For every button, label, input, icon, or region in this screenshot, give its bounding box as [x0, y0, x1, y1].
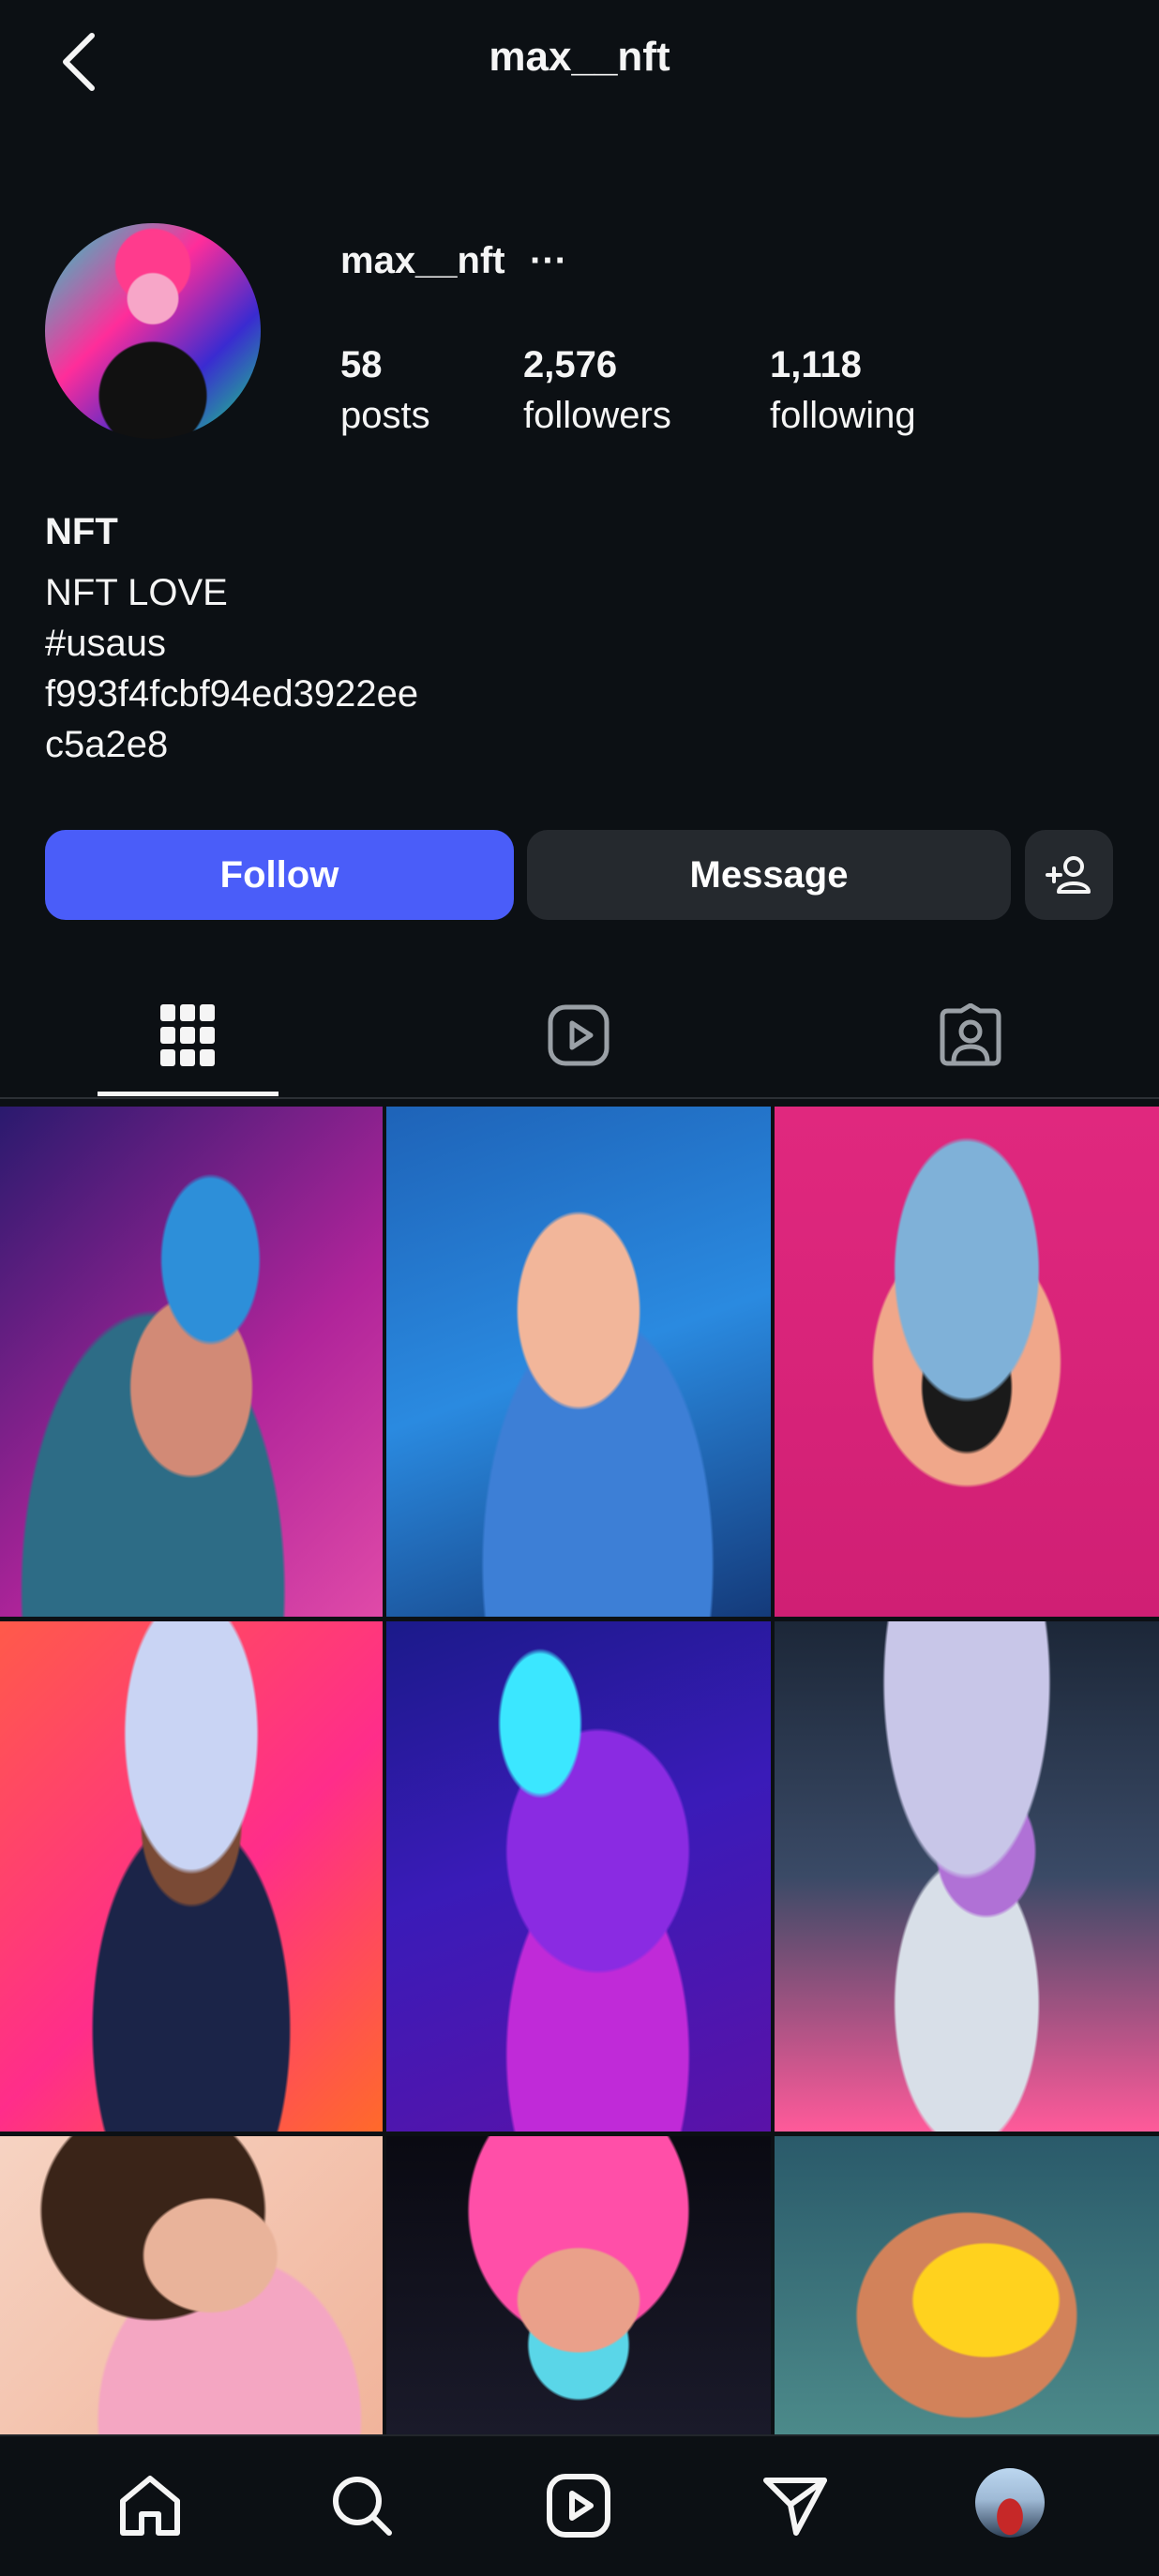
followers-label: followers: [523, 395, 671, 436]
nav-search[interactable]: [315, 2459, 409, 2553]
nav-reels[interactable]: [532, 2459, 625, 2553]
followers-count: 2,576: [523, 344, 618, 385]
profile-username: max__nft: [340, 240, 505, 281]
reels-icon: [548, 1004, 610, 1066]
post-thumbnail[interactable]: [0, 2136, 383, 2434]
reels-icon: [547, 2474, 610, 2538]
nav-messages[interactable]: [748, 2459, 842, 2553]
add-person-icon: [1046, 856, 1091, 894]
posts-label: posts: [340, 395, 430, 436]
post-thumbnail[interactable]: [775, 2136, 1159, 2434]
tab-grid[interactable]: [141, 992, 234, 1078]
profile-avatar[interactable]: [45, 223, 261, 439]
post-thumbnail[interactable]: [386, 1621, 771, 2132]
posts-stat[interactable]: 58 posts: [340, 339, 430, 441]
tab-reels[interactable]: [532, 992, 625, 1078]
post-thumbnail[interactable]: [386, 2136, 771, 2434]
post-thumbnail[interactable]: [0, 1107, 383, 1617]
bio-line: f993f4fcbf94ed3922ee: [45, 673, 419, 715]
nav-home[interactable]: [103, 2459, 197, 2553]
tagged-icon: [940, 1003, 1001, 1066]
post-thumbnail[interactable]: [775, 1107, 1159, 1617]
selected-tab-indicator: [98, 1092, 278, 1096]
following-stat[interactable]: 1,118 following: [770, 339, 916, 441]
tab-tagged[interactable]: [924, 992, 1017, 1078]
page-title: max__nft: [489, 34, 670, 80]
suggested-accounts-button[interactable]: [1025, 830, 1113, 920]
following-label: following: [770, 395, 916, 436]
more-options-button[interactable]: ···: [530, 240, 567, 282]
nav-profile-avatar[interactable]: [975, 2468, 1045, 2538]
bio-line: c5a2e8: [45, 724, 169, 765]
bio-line: NFT LOVE: [45, 572, 228, 613]
home-icon: [120, 2476, 180, 2536]
posts-count: 58: [340, 344, 383, 385]
post-thumbnail[interactable]: [775, 1621, 1159, 2132]
follow-button[interactable]: Follow: [45, 830, 514, 920]
post-thumbnail[interactable]: [386, 1107, 771, 1617]
bio-name: NFT: [45, 511, 118, 552]
following-count: 1,118: [770, 344, 862, 385]
message-button[interactable]: Message: [527, 830, 1011, 920]
grid-icon: [160, 1004, 215, 1066]
bio-hashtag[interactable]: #usaus: [45, 623, 166, 665]
post-thumbnail[interactable]: [0, 1621, 383, 2132]
tab-divider: [0, 1097, 1159, 1099]
search-icon: [333, 2477, 392, 2536]
send-icon: [763, 2478, 827, 2536]
followers-stat[interactable]: 2,576 followers: [523, 339, 671, 441]
